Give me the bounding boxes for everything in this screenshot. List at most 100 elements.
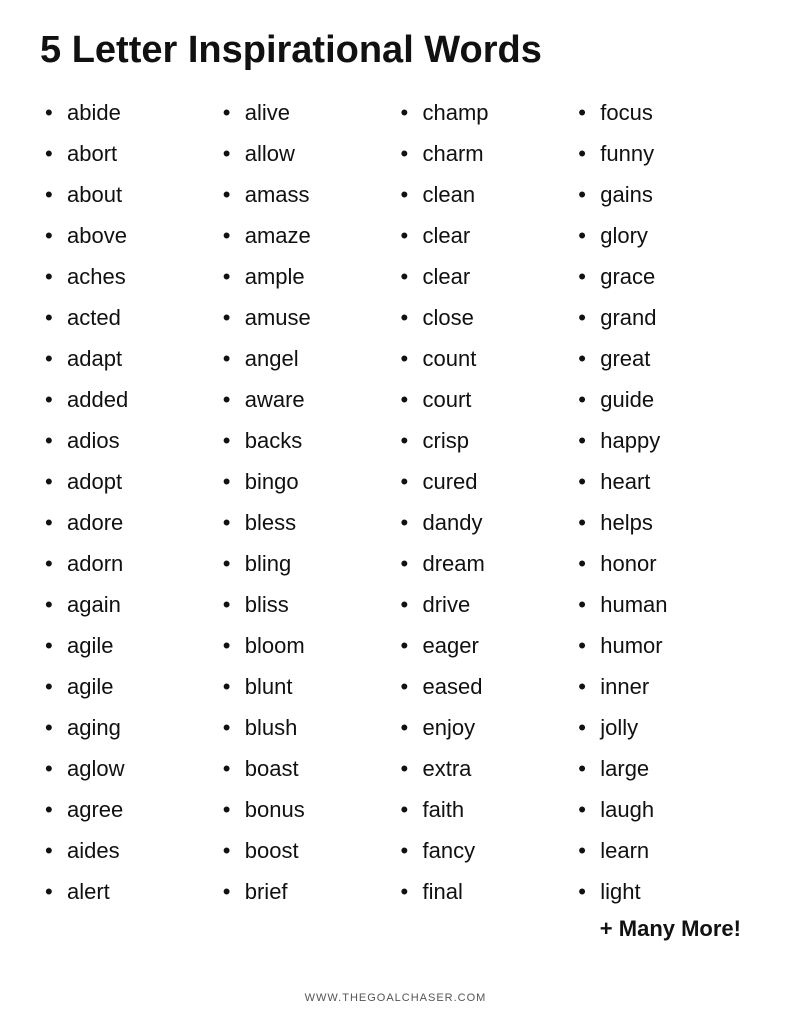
- word-column-1: •abide•abort•about•above•aches•acted•ada…: [40, 92, 218, 982]
- list-item: •crisp: [401, 420, 569, 461]
- bullet-icon: •: [45, 301, 67, 334]
- list-item: •funny: [578, 133, 746, 174]
- list-item: •blush: [223, 707, 391, 748]
- word-text: human: [600, 588, 667, 621]
- bullet-icon: •: [223, 260, 245, 293]
- bullet-icon: •: [223, 301, 245, 334]
- list-item: •added: [45, 379, 213, 420]
- bullet-icon: •: [223, 342, 245, 375]
- bullet-icon: •: [578, 547, 600, 580]
- bullet-icon: •: [578, 506, 600, 539]
- bullet-icon: •: [401, 670, 423, 703]
- word-text: aging: [67, 711, 121, 744]
- list-item: •glory: [578, 215, 746, 256]
- bullet-icon: •: [578, 711, 600, 744]
- word-text: guide: [600, 383, 654, 416]
- word-text: bingo: [245, 465, 299, 498]
- word-text: gains: [600, 178, 653, 211]
- word-text: aglow: [67, 752, 124, 785]
- page-container: 5 Letter Inspirational Words •abide•abor…: [0, 0, 791, 1024]
- list-item: •large: [578, 748, 746, 789]
- list-item: •adopt: [45, 461, 213, 502]
- bullet-icon: •: [223, 96, 245, 129]
- word-text: alert: [67, 875, 110, 908]
- bullet-icon: •: [578, 752, 600, 785]
- bullet-icon: •: [401, 342, 423, 375]
- word-text: dream: [423, 547, 485, 580]
- bullet-icon: •: [401, 875, 423, 908]
- list-item: •bonus: [223, 789, 391, 830]
- bullet-icon: •: [401, 424, 423, 457]
- bullet-icon: •: [223, 588, 245, 621]
- list-item: •charm: [401, 133, 569, 174]
- word-text: enjoy: [423, 711, 476, 744]
- word-text: angel: [245, 342, 299, 375]
- list-item: •above: [45, 215, 213, 256]
- word-text: aches: [67, 260, 126, 293]
- list-item: •happy: [578, 420, 746, 461]
- word-column-2: •alive•allow•amass•amaze•ample•amuse•ang…: [218, 92, 396, 982]
- list-item: •aging: [45, 707, 213, 748]
- bullet-icon: •: [578, 629, 600, 662]
- bullet-icon: •: [45, 96, 67, 129]
- bullet-icon: •: [578, 383, 600, 416]
- bullet-icon: •: [401, 96, 423, 129]
- list-item: •alert: [45, 871, 213, 912]
- word-text: bless: [245, 506, 296, 539]
- bullet-icon: •: [401, 588, 423, 621]
- word-text: happy: [600, 424, 660, 457]
- list-item: •amaze: [223, 215, 391, 256]
- bullet-icon: •: [45, 465, 67, 498]
- word-text: learn: [600, 834, 649, 867]
- bullet-icon: •: [45, 711, 67, 744]
- word-text: honor: [600, 547, 656, 580]
- word-text: focus: [600, 96, 653, 129]
- list-item: •gains: [578, 174, 746, 215]
- word-text: added: [67, 383, 128, 416]
- word-text: charm: [423, 137, 484, 170]
- word-text: adios: [67, 424, 120, 457]
- word-text: blunt: [245, 670, 293, 703]
- word-text: boast: [245, 752, 299, 785]
- bullet-icon: •: [401, 301, 423, 334]
- bullet-icon: •: [401, 834, 423, 867]
- word-text: count: [423, 342, 477, 375]
- word-text: boost: [245, 834, 299, 867]
- list-item: •grace: [578, 256, 746, 297]
- bullet-icon: •: [401, 547, 423, 580]
- word-text: clean: [423, 178, 476, 211]
- word-text: crisp: [423, 424, 469, 457]
- list-item: •acted: [45, 297, 213, 338]
- word-list-grid: •abide•abort•about•above•aches•acted•ada…: [40, 92, 751, 982]
- bullet-icon: •: [578, 96, 600, 129]
- list-item: •adorn: [45, 543, 213, 584]
- list-item: •alive: [223, 92, 391, 133]
- list-item: •amuse: [223, 297, 391, 338]
- bullet-icon: •: [401, 506, 423, 539]
- bullet-icon: •: [223, 424, 245, 457]
- word-text: ample: [245, 260, 305, 293]
- word-text: aware: [245, 383, 305, 416]
- word-text: acted: [67, 301, 121, 334]
- word-text: inner: [600, 670, 649, 703]
- word-text: amass: [245, 178, 310, 211]
- list-item: •ample: [223, 256, 391, 297]
- list-item: •abide: [45, 92, 213, 133]
- bullet-icon: •: [401, 383, 423, 416]
- word-text: adore: [67, 506, 123, 539]
- list-item: •laugh: [578, 789, 746, 830]
- list-item: •fancy: [401, 830, 569, 871]
- list-item: •brief: [223, 871, 391, 912]
- word-text: light: [600, 875, 640, 908]
- list-item: •jolly: [578, 707, 746, 748]
- bullet-icon: •: [45, 137, 67, 170]
- bullet-icon: •: [223, 137, 245, 170]
- bullet-icon: •: [401, 219, 423, 252]
- word-text: about: [67, 178, 122, 211]
- list-item: •allow: [223, 133, 391, 174]
- word-text: abide: [67, 96, 121, 129]
- bullet-icon: •: [578, 219, 600, 252]
- list-item: •champ: [401, 92, 569, 133]
- list-item: •faith: [401, 789, 569, 830]
- list-item: •humor: [578, 625, 746, 666]
